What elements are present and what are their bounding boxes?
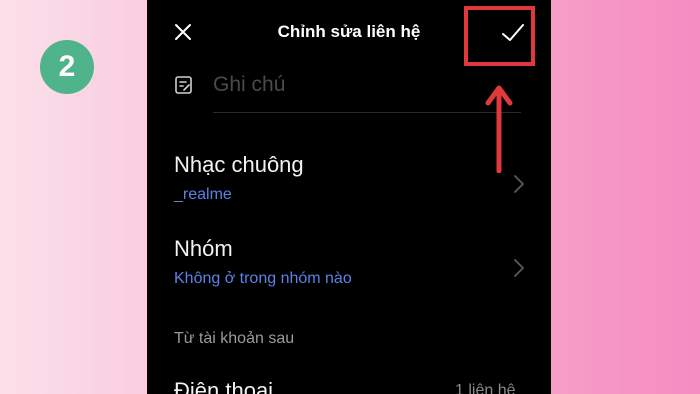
group-label: Nhóm <box>174 236 233 261</box>
group-value: Không ở trong nhóm nào <box>174 270 352 287</box>
phone-count: 1 liên hệ <box>455 382 516 394</box>
phone-label[interactable]: Điện thoại <box>174 378 273 394</box>
accounts-section-title: Từ tài khoản sau <box>174 330 295 347</box>
confirm-highlight-box <box>464 6 535 66</box>
group-row[interactable]: Nhóm Không ở trong nhóm nào <box>147 236 551 306</box>
note-divider <box>213 112 521 113</box>
chevron-right-icon <box>514 175 524 193</box>
note-edit-icon <box>175 76 192 94</box>
ringtone-value: _realme <box>174 186 232 203</box>
step-number-badge: 2 <box>40 40 94 94</box>
arrow-up-icon <box>485 85 513 173</box>
chevron-right-icon <box>514 259 524 277</box>
ringtone-label: Nhạc chuông <box>174 152 304 177</box>
note-input[interactable] <box>213 68 521 102</box>
